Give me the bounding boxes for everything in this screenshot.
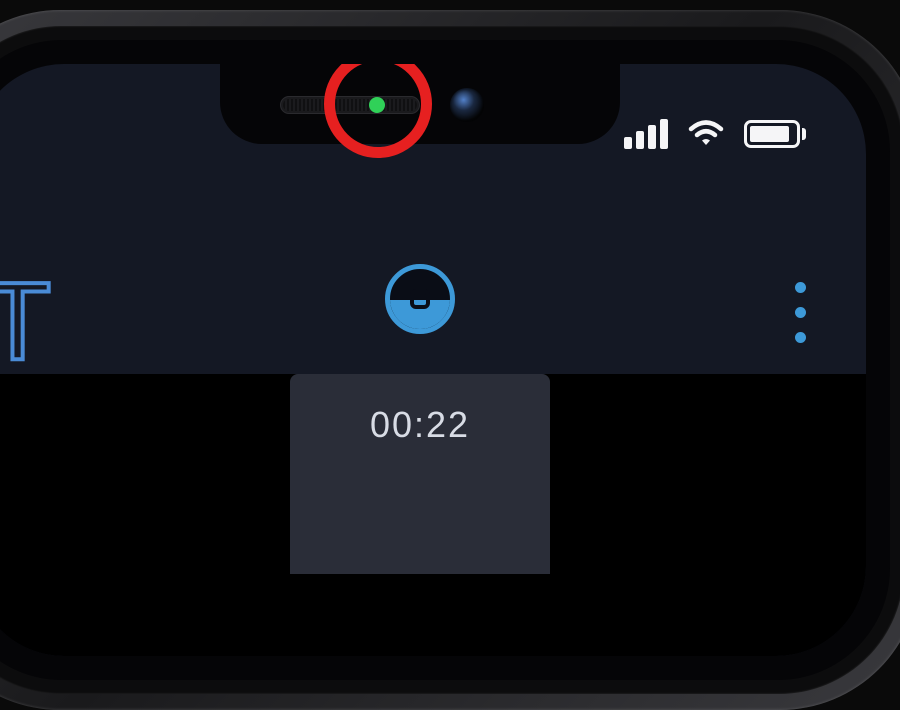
more-options-icon (795, 307, 806, 318)
app-toolbar: T (0, 254, 866, 374)
stop-icon (410, 289, 430, 309)
front-camera-lens (450, 88, 484, 122)
phone-bezel-inner: 00:22 T (0, 40, 890, 680)
camera-in-use-indicator-icon (369, 97, 385, 113)
recording-timer-panel: 00:22 (290, 374, 550, 574)
earpiece-speaker (280, 96, 420, 114)
phone-frame: 00:22 T (0, 10, 900, 710)
recording-button[interactable] (385, 264, 455, 334)
speaker-mesh (283, 99, 417, 111)
more-options-button[interactable] (785, 272, 816, 353)
more-options-icon (795, 282, 806, 293)
phone-bezel-outer: 00:22 T (0, 26, 900, 694)
display-notch (220, 64, 620, 144)
phone-screen: 00:22 T (0, 64, 866, 656)
battery-icon (744, 120, 806, 148)
cellular-signal-icon (624, 119, 668, 149)
app-title-partial-glyph: T (0, 258, 51, 385)
wifi-icon (686, 119, 726, 149)
status-bar[interactable] (624, 119, 806, 149)
more-options-icon (795, 332, 806, 343)
recording-timer: 00:22 (290, 404, 550, 446)
